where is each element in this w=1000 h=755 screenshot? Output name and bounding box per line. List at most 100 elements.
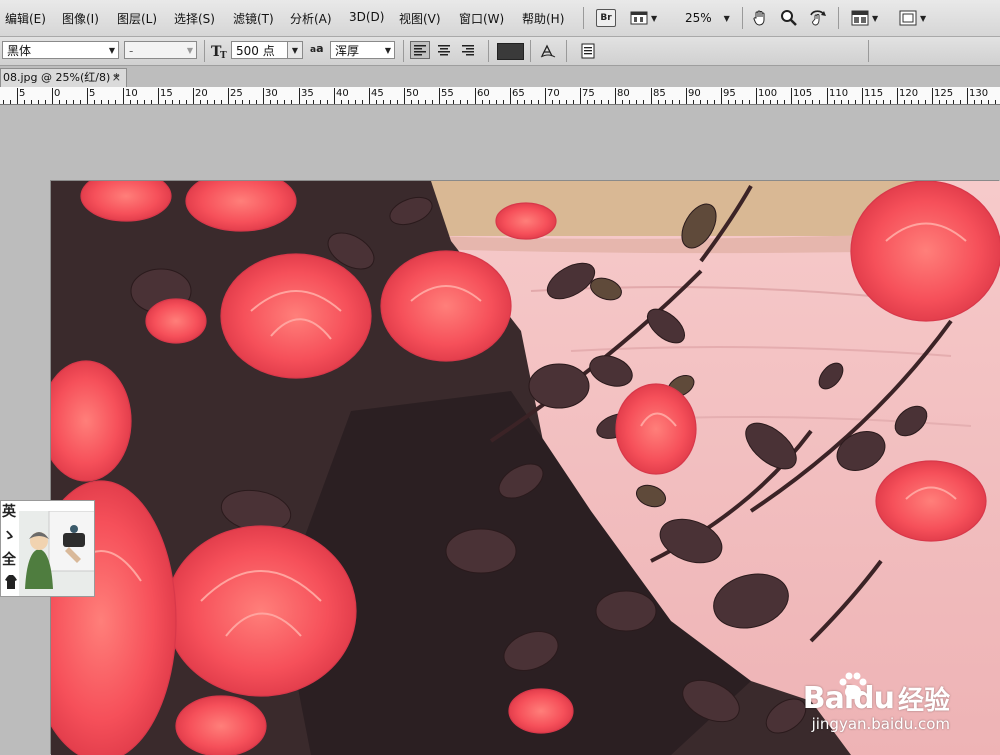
warp-text-icon[interactable] xyxy=(540,43,556,59)
ruler-minor-tick xyxy=(24,100,25,104)
ruler-minor-tick xyxy=(552,100,553,104)
align-right-icon xyxy=(462,45,474,56)
view-extras-button[interactable]: ▼ xyxy=(630,8,657,28)
ruler-minor-tick xyxy=(700,100,701,104)
ruler-minor-tick xyxy=(425,100,426,104)
ruler-major-tick xyxy=(721,88,722,104)
antialias-select[interactable]: 浑厚 ▼ xyxy=(330,41,395,59)
ruler-label: 40 xyxy=(336,88,349,99)
cartoon-figure-image xyxy=(19,511,94,596)
ruler-major-tick xyxy=(52,88,53,104)
ruler-minor-tick xyxy=(94,100,95,104)
align-right-button[interactable] xyxy=(458,41,478,59)
ruler-major-tick xyxy=(439,88,440,104)
ruler-minor-tick xyxy=(636,100,637,104)
launch-bridge-button[interactable]: Br xyxy=(596,8,616,28)
ruler-minor-tick xyxy=(601,100,602,104)
ruler-minor-tick xyxy=(707,100,708,104)
ruler-minor-tick xyxy=(306,100,307,104)
ruler-minor-tick xyxy=(101,100,102,104)
menu-window[interactable]: 窗口(W) xyxy=(459,10,504,27)
document-canvas[interactable]: Baidu 经验 jingyan.baidu.com xyxy=(51,181,1000,755)
rotate-view-tool-button[interactable] xyxy=(808,8,828,28)
zoom-level-value: 25% xyxy=(685,11,712,25)
film-strip-icon xyxy=(630,11,648,25)
ruler-minor-tick xyxy=(115,100,116,104)
menu-layer[interactable]: 图层(L) xyxy=(117,10,157,27)
ruler-major-tick xyxy=(123,88,124,104)
ruler-minor-tick xyxy=(66,100,67,104)
ruler-label: 0 xyxy=(54,88,61,99)
chevron-down-icon: ▼ xyxy=(872,13,879,23)
zoom-level-dropdown[interactable]: 25% ▼ xyxy=(685,8,730,28)
ruler-minor-tick xyxy=(348,100,349,104)
thumbnail-char: ゝ xyxy=(2,528,16,544)
ruler-minor-tick xyxy=(172,100,173,104)
ruler-minor-tick xyxy=(517,100,518,104)
align-left-button[interactable] xyxy=(410,41,430,59)
screen-mode-button[interactable]: ▼ xyxy=(899,8,926,28)
menu-image[interactable]: 图像(I) xyxy=(62,10,99,27)
floating-thumbnail[interactable]: 英 ゝ 全 xyxy=(0,500,95,597)
ruler-label: 20 xyxy=(195,88,208,99)
menu-select[interactable]: 选择(S) xyxy=(174,10,215,27)
ruler-minor-tick xyxy=(320,100,321,104)
ruler-minor-tick xyxy=(953,100,954,104)
ruler-major-tick xyxy=(615,88,616,104)
ruler-minor-tick xyxy=(559,100,560,104)
ruler-minor-tick xyxy=(503,100,504,104)
tool-options-bar: 黑体 ▼ - ▼ T T 500 点 ▼ aa 浑厚 ▼ xyxy=(0,37,1000,66)
ruler-minor-tick xyxy=(221,100,222,104)
ruler-minor-tick xyxy=(291,100,292,104)
font-style-select[interactable]: - ▼ xyxy=(124,41,197,59)
ruler-label: 120 xyxy=(899,88,919,99)
hand-icon xyxy=(753,10,765,26)
menu-view[interactable]: 视图(V) xyxy=(399,10,441,27)
ruler-minor-tick xyxy=(658,100,659,104)
ruler-label: 100 xyxy=(758,88,778,99)
ruler-minor-tick xyxy=(904,100,905,104)
ruler-minor-tick xyxy=(918,100,919,104)
hand-tool-button[interactable] xyxy=(751,8,769,28)
ruler-major-tick xyxy=(756,88,757,104)
chevron-down-icon: ▼ xyxy=(723,13,730,23)
ruler-minor-tick xyxy=(988,100,989,104)
align-center-button[interactable] xyxy=(434,41,454,59)
ruler-minor-tick xyxy=(749,100,750,104)
ruler-minor-tick xyxy=(397,100,398,104)
menu-filter[interactable]: 滤镜(T) xyxy=(233,10,274,27)
ruler-major-tick xyxy=(580,88,581,104)
ruler-label: 5 xyxy=(19,88,26,99)
align-left-icon xyxy=(414,45,426,56)
font-style-value: - xyxy=(129,44,134,58)
ruler-label: 90 xyxy=(688,88,701,99)
ruler-minor-tick xyxy=(643,100,644,104)
font-family-select[interactable]: 黑体 ▼ xyxy=(2,41,119,59)
text-color-swatch[interactable] xyxy=(497,43,524,60)
rotate-view-icon xyxy=(810,10,826,26)
ruler-label: 130 xyxy=(969,88,989,99)
antialias-value: 浑厚 xyxy=(335,44,360,58)
menu-analysis[interactable]: 分析(A) xyxy=(290,10,332,27)
character-panel-icon[interactable] xyxy=(580,43,596,59)
ruler-minor-tick xyxy=(960,100,961,104)
ruler-minor-tick xyxy=(453,100,454,104)
font-size-value: 500 点 xyxy=(236,44,275,58)
menu-3d[interactable]: 3D(D) xyxy=(349,10,384,24)
antialias-icon: aa xyxy=(310,42,324,55)
ruler-minor-tick xyxy=(742,100,743,104)
document-tab[interactable]: 08.jpg @ 25%(红/8) * × xyxy=(0,68,127,87)
options-separator xyxy=(530,40,531,62)
horizontal-ruler[interactable]: 5 0 5 10 15 20 25 30 35 40 45 50 55 60 65 70 75 80 85 90 95 1… xyxy=(0,87,1000,105)
watermark-suffix: 经验 xyxy=(897,686,950,716)
menu-edit[interactable]: 编辑(E) xyxy=(5,10,46,27)
ruler-major-tick xyxy=(791,88,792,104)
arrange-documents-button[interactable]: ▼ xyxy=(851,8,878,28)
ruler-minor-tick xyxy=(890,100,891,104)
zoom-tool-button[interactable] xyxy=(780,8,798,28)
ruler-minor-tick xyxy=(524,100,525,104)
font-size-input[interactable]: 500 点 ▼ xyxy=(231,41,303,59)
menu-help[interactable]: 帮助(H) xyxy=(522,10,564,27)
ruler-minor-tick xyxy=(59,100,60,104)
close-icon[interactable]: × xyxy=(112,69,121,86)
